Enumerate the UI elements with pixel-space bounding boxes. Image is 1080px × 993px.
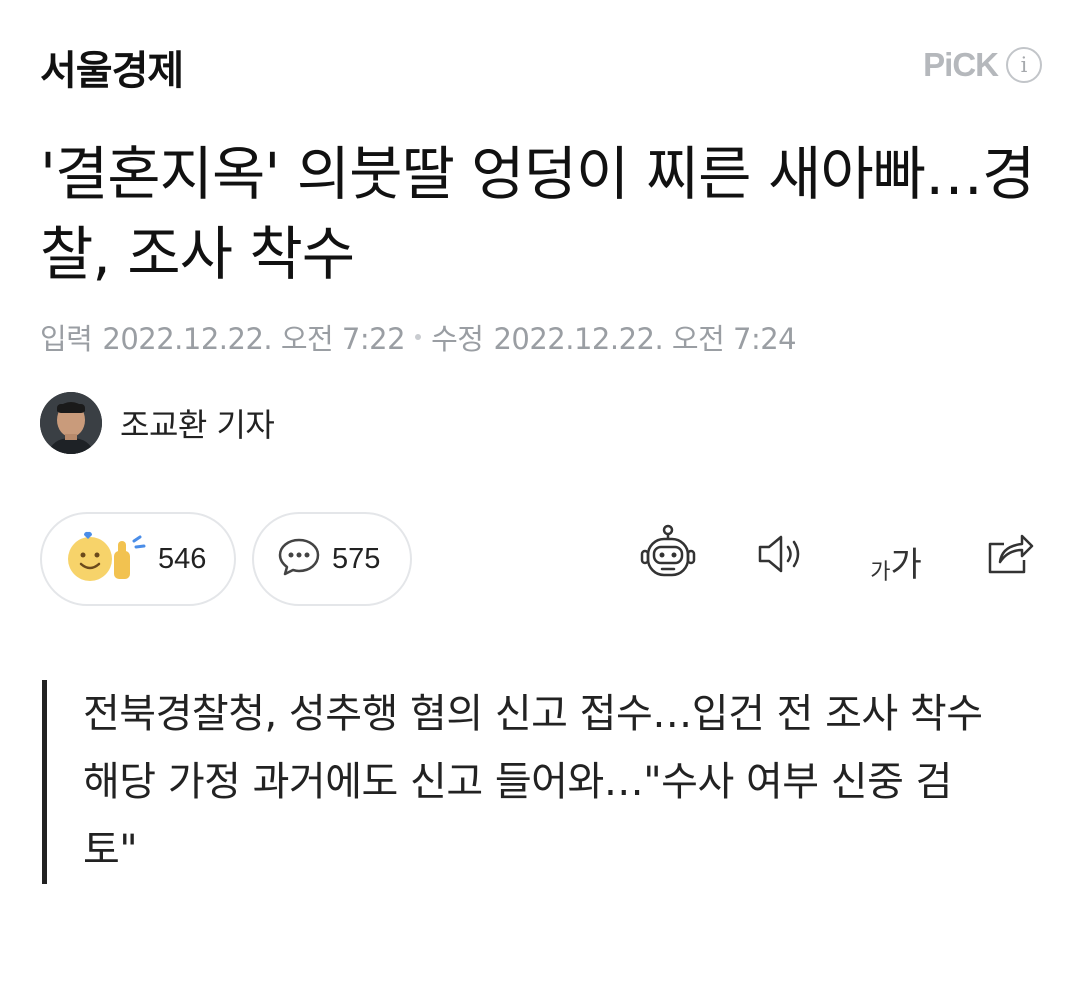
pick-badge[interactable]: PiCK i [923, 46, 1042, 84]
font-size-small-glyph: 가 [870, 560, 891, 585]
font-size-big-glyph: 가 [890, 545, 922, 585]
share-icon [988, 534, 1034, 574]
like-count: 546 [158, 542, 207, 575]
summary-line: 해당 가정 과거에도 신고 들어와…"수사 여부 신중 검토" [83, 759, 952, 873]
comment-count: 575 [332, 542, 381, 575]
font-size-button[interactable]: 가 가 [866, 522, 926, 586]
text-to-speech-button[interactable] [752, 522, 812, 586]
pick-label: PiCK [923, 46, 999, 83]
like-reaction-button[interactable]: 546 [40, 512, 236, 606]
summary-bot-button[interactable] [638, 522, 698, 586]
comment-button[interactable]: 575 [252, 512, 412, 606]
reporter-avatar[interactable] [40, 392, 102, 454]
article-title: '결혼지옥' 의붓딸 엉덩이 찌른 새아빠…경찰, 조사 착수 [40, 140, 1035, 288]
reporter-info[interactable]: 조교환 기자 [40, 392, 275, 454]
robot-icon [640, 524, 696, 577]
speaker-icon [758, 535, 800, 573]
article-summary: 전북경찰청, 성추행 혐의 신고 접수…입건 전 조사 착수 해당 가정 과거에… [42, 680, 1002, 884]
input-label: 입력 [40, 322, 93, 356]
press-logo[interactable]: 서울경제 [40, 38, 184, 96]
input-time: 2022.12.22. 오전 7:22 [102, 322, 406, 356]
share-button[interactable] [980, 522, 1040, 586]
article-meta: 입력 2022.12.22. 오전 7:22 수정 2022.12.22. 오전… [40, 316, 797, 358]
reporter-name[interactable]: 조교환 기자 [120, 400, 275, 446]
reaction-emoji-icon [64, 529, 148, 589]
summary-line: 전북경찰청, 성추행 혐의 신고 접수…입건 전 조사 착수 [83, 691, 983, 737]
info-icon[interactable]: i [1006, 47, 1042, 83]
meta-separator [415, 334, 422, 340]
modified-time: 2022.12.22. 오전 7:24 [493, 322, 797, 356]
modified-label: 수정 [431, 322, 484, 356]
comment-icon [276, 536, 322, 582]
article-page: 서울경제 PiCK i '결혼지옥' 의붓딸 엉덩이 찌른 새아빠…경찰, 조사… [0, 0, 1080, 993]
article-tools: 가 가 [638, 522, 1040, 586]
